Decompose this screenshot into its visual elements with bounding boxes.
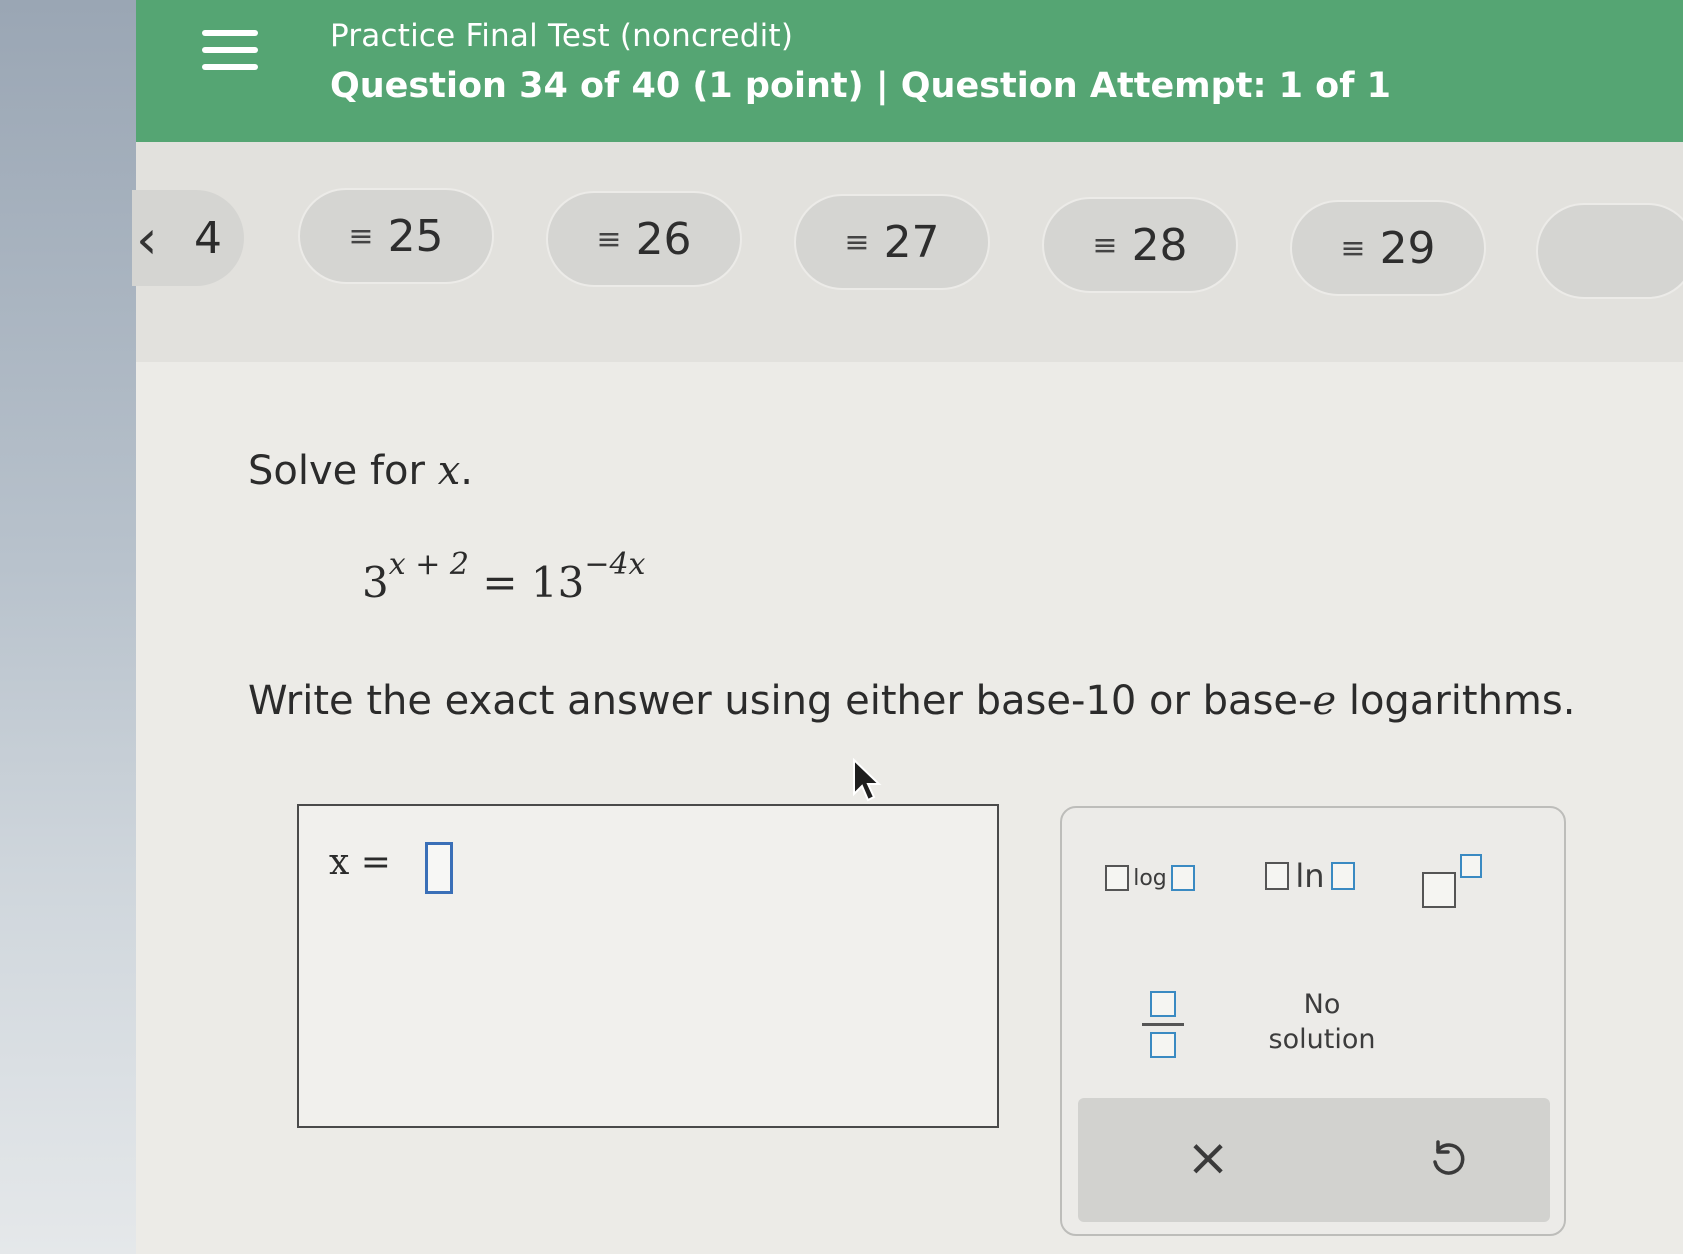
mouse-pointer-icon: [852, 757, 882, 808]
list-lines-icon: ≡: [596, 221, 622, 257]
log-base-key[interactable]: log: [1096, 856, 1204, 900]
math-keypad: log ln No solution ×: [1060, 806, 1566, 1236]
natural-log-key[interactable]: ln: [1254, 852, 1366, 900]
equation-base-right: 13: [530, 558, 585, 607]
placeholder-box-icon: [1330, 862, 1355, 890]
question-pill-28[interactable]: ≡ 28: [1042, 197, 1238, 293]
list-lines-icon: ≡: [348, 218, 374, 254]
list-lines-icon: ≡: [844, 224, 870, 260]
equation-exponent-right: −4x: [584, 547, 646, 582]
equation-equals: =: [482, 558, 518, 607]
question-pill-26[interactable]: ≡ 26: [546, 191, 742, 287]
exponent-key[interactable]: [1408, 844, 1496, 910]
placeholder-box-icon: [1422, 872, 1456, 908]
question-number: 25: [387, 210, 444, 262]
no-solution-key[interactable]: No solution: [1262, 982, 1382, 1062]
hamburger-menu-icon[interactable]: [188, 20, 272, 80]
undo-button[interactable]: [1408, 1118, 1488, 1198]
placeholder-box-icon: [1150, 1031, 1176, 1058]
ln-label: ln: [1295, 857, 1325, 895]
app-screen: Practice Final Test (noncredit) Question…: [132, 0, 1683, 1254]
question-number: 28: [1131, 219, 1188, 271]
question-number: 29: [1379, 222, 1436, 274]
placeholder-box-icon: [1460, 854, 1482, 878]
header-bar: Practice Final Test (noncredit) Question…: [136, 0, 1683, 142]
equation-base-left: 3: [362, 558, 389, 607]
placeholder-box-icon: [1265, 862, 1290, 890]
undo-icon: [1433, 1140, 1465, 1175]
placeholder-box-icon: [1150, 990, 1176, 1017]
answer-input-slot[interactable]: [425, 842, 453, 894]
question-instruction: Write the exact answer using either base…: [248, 678, 1576, 724]
keypad-actions: ×: [1078, 1098, 1550, 1222]
chevron-left-icon: ‹: [136, 208, 158, 271]
close-icon: ×: [1186, 1128, 1230, 1188]
question-pill-25[interactable]: ≡ 25: [298, 188, 494, 284]
question-info: Question 34 of 40 (1 point) | Question A…: [330, 66, 1391, 106]
question-pill-29[interactable]: ≡ 29: [1290, 200, 1486, 296]
placeholder-box-icon: [1170, 865, 1195, 891]
log-label: log: [1133, 865, 1167, 891]
question-prompt: Solve for x.: [248, 448, 473, 494]
clear-button[interactable]: ×: [1168, 1118, 1248, 1198]
question-pill-27[interactable]: ≡ 27: [794, 194, 990, 290]
prev-question-number: 4: [194, 212, 222, 264]
fraction-key[interactable]: [1122, 980, 1204, 1068]
answer-input-area[interactable]: x =: [297, 804, 999, 1128]
question-pill-next[interactable]: [1536, 203, 1683, 299]
equation-exponent-left: x + 2: [388, 547, 469, 582]
equation: 3x + 2 = 13−4x: [362, 547, 645, 607]
screen-bezel: [0, 0, 136, 1254]
question-number: 27: [883, 216, 940, 268]
list-lines-icon: ≡: [1340, 230, 1366, 266]
test-title: Practice Final Test (noncredit): [330, 18, 794, 54]
prev-question-button[interactable]: ‹ 4: [132, 190, 244, 286]
question-number: 26: [635, 213, 692, 265]
answer-label: x =: [329, 842, 391, 883]
fraction-bar-icon: [1142, 1022, 1184, 1026]
placeholder-box-icon: [1105, 865, 1130, 891]
list-lines-icon: ≡: [1092, 227, 1118, 263]
